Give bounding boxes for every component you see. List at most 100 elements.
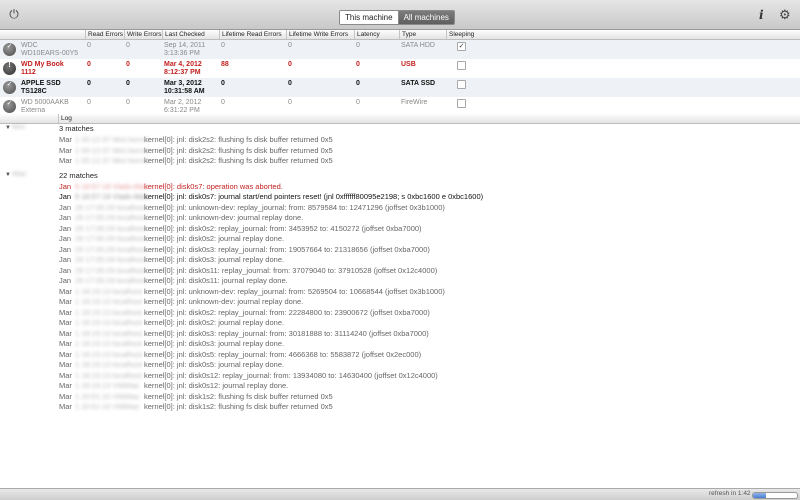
log-line-meta: 29 17:05:29 localhost: [75, 223, 147, 233]
log-line[interactable]: Mar 1 20:51:10 VMiMac kernel[0]: jnl: disk…: [59, 392, 333, 402]
column-lifetime-read-errors[interactable]: Lifetime Read Errors: [219, 30, 286, 39]
log-line-text: kernel[0]: jnl: disk2s2: flushing fs dis…: [144, 145, 333, 155]
log-header: Log: [0, 114, 800, 124]
log-line[interactable]: Jan 29 17:05:29 localhostkernel[0]: jnl: …: [59, 203, 445, 213]
disk-name: WDC WD10EARS-00Y5: [21, 42, 79, 57]
column-type[interactable]: Type: [399, 30, 446, 39]
disclosure-triangle-icon[interactable]: ▼: [5, 125, 11, 131]
lifetime-read-errors: 0: [221, 99, 225, 106]
column-last-checked[interactable]: Last Checked: [162, 30, 219, 39]
log-line[interactable]: Mar 1 18:15:13 VMiMac kernel[0]: jnl: disk…: [59, 381, 288, 391]
column-lifetime-write-errors[interactable]: Lifetime Write Errors: [286, 30, 354, 39]
log-line[interactable]: Jan 29 17:05:29 localhostkernel[0]: jnl: …: [59, 245, 430, 255]
log-line[interactable]: Jan 29 17:05:29 localhostkernel[0]: jnl: …: [59, 266, 437, 276]
log-line-meta: 1 00:12:37 Mini kernel: [75, 156, 149, 165]
log-line-meta: 1 18:15:13 localhost: [75, 339, 143, 348]
power-icon[interactable]: ⏻: [8, 8, 20, 20]
info-icon[interactable]: i: [759, 8, 764, 22]
column-read-errors[interactable]: Read Errors: [85, 30, 124, 39]
log-line-meta: 1 20:51:10 VMiMac: [75, 391, 140, 401]
lifetime-write-errors: 0: [288, 80, 292, 87]
lifetime-write-errors: 0: [288, 99, 292, 106]
log-line-text: kernel[0]: jnl: disk1s2: flushing fs dis…: [144, 391, 333, 401]
log-line-meta: 5 16:57:19 Vlads-iMac: [75, 181, 150, 191]
sleeping-checkbox[interactable]: [457, 80, 466, 89]
log-line[interactable]: Jan 29 17:05:29 localhostkernel[0]: jnl: …: [59, 255, 284, 265]
log-line-text: kernel[0]: jnl: disk0s3: replay_journal:…: [144, 244, 430, 254]
log-line-month: Mar: [59, 402, 72, 411]
log-line-month: Jan: [59, 223, 72, 233]
log-line[interactable]: Mar 1 18:15:13 localhost kernel[0]: jnl: u…: [59, 287, 445, 297]
read-errors: 0: [87, 61, 91, 68]
log-line-month: Jan: [59, 276, 72, 285]
log-line-month: Mar: [59, 349, 72, 359]
log-line[interactable]: Mar 1 18:15:13 localhost kernel[0]: jnl: d…: [59, 318, 284, 328]
log-line[interactable]: Mar 1 18:15:13 localhost kernel[0]: jnl: d…: [59, 371, 438, 381]
column-sleeping[interactable]: Sleeping: [446, 30, 800, 39]
disk-name: WD 5000AAKB Externa: [21, 99, 69, 114]
log-line-month: Jan: [59, 181, 72, 191]
log-line[interactable]: Jan 5 16:57:19 Vlads-iMackernel[0]: disk0…: [59, 182, 283, 192]
latency: 0: [356, 80, 360, 87]
column-write-errors[interactable]: Write Errors: [124, 30, 162, 39]
log-line-month: Mar: [59, 297, 72, 306]
log-line[interactable]: Mar 1 18:15:13 localhost kernel[0]: jnl: d…: [59, 329, 429, 339]
log-line[interactable]: Jan 5 16:57:19 Vlads-iMackernel[0]: jnl: …: [59, 192, 483, 202]
sleeping-checkbox[interactable]: [457, 61, 466, 70]
log-line-text: kernel[0]: disk0s7: operation was aborte…: [144, 181, 283, 191]
log-line[interactable]: Mar 1 18:15:13 localhost kernel[0]: jnl: u…: [59, 297, 303, 307]
column-log[interactable]: Log: [58, 114, 72, 123]
log-line-meta: 1 18:15:13 localhost: [75, 318, 143, 327]
latency: 0: [356, 99, 360, 106]
tab-all-machines[interactable]: All machines: [398, 11, 454, 24]
last-checked-time: 10:31:58 AM: [164, 88, 205, 95]
lifetime-write-errors: 0: [288, 61, 292, 68]
log-line-month: Mar: [59, 381, 72, 390]
log-line[interactable]: Mar 1 20:51:10 VMiMac kernel[0]: jnl: disk…: [59, 402, 333, 412]
log-line-month: Mar: [59, 370, 72, 380]
gear-icon[interactable]: ⚙: [779, 7, 791, 23]
last-checked-time: 8:12:37 PM: [164, 69, 201, 76]
log-line-text: kernel[0]: jnl: disk0s3: journal replay …: [144, 255, 285, 264]
status-error-icon: !: [3, 62, 16, 75]
log-line[interactable]: Mar 1 18:15:13 localhost kernel[0]: jnl: d…: [59, 350, 421, 360]
log-line-month: Mar: [59, 145, 72, 155]
column-latency[interactable]: Latency: [354, 30, 399, 39]
disk-table-header: Read Errors Write Errors Last Checked Li…: [0, 30, 800, 40]
status-bar: refresh in 1:42: [0, 488, 800, 500]
log-line-month: Mar: [59, 307, 72, 317]
tab-this-machine[interactable]: This machine: [340, 11, 399, 24]
status-ok-icon: ✓: [3, 81, 16, 94]
log-line[interactable]: Jan 29 17:05:29 localhostkernel[0]: jnl: …: [59, 234, 284, 244]
log-line-meta: 5 16:57:19 Vlads-iMac: [75, 192, 150, 201]
disk-row[interactable]: ✓ WDC WD10EARS-00Y5 0 0 Sep 14, 2011 3:13…: [0, 40, 800, 59]
log-line[interactable]: Jan 29 17:05:29 localhostkernel[0]: jnl: …: [59, 213, 303, 223]
log-line-month: Jan: [59, 202, 72, 212]
disk-row[interactable]: ✓ APPLE SSD TS128C 0 0 Mar 3, 2012 10:31:…: [0, 78, 800, 97]
log-line[interactable]: Mar 1 00:12:37 Mini kernelkernel[0]: jnl:…: [59, 135, 333, 145]
log-line-meta: 1 18:15:13 localhost: [75, 370, 143, 380]
log-line[interactable]: Jan 29 17:05:29 localhostkernel[0]: jnl: …: [59, 224, 422, 234]
log-line-meta: 1 18:15:13 localhost: [75, 360, 143, 369]
log-line[interactable]: Jan 29 17:05:29 localhostkernel[0]: jnl: …: [59, 276, 288, 286]
last-checked-date: Mar 2, 2012: [164, 99, 202, 106]
disclosure-triangle-icon[interactable]: ▼: [5, 172, 11, 178]
sleeping-checkbox[interactable]: [457, 99, 466, 108]
log-line-text: kernel[0]: jnl: unknown-dev: replay_jour…: [144, 202, 445, 212]
last-checked-date: Sep 14, 2011: [164, 42, 206, 49]
lifetime-read-errors: 88: [221, 61, 229, 68]
log-line-month: Jan: [59, 192, 72, 201]
log-line[interactable]: Mar 1 18:15:13 localhost kernel[0]: jnl: d…: [59, 360, 284, 370]
sleeping-checkbox[interactable]: ✓: [457, 42, 466, 51]
disk-name: WD My Book 1112: [21, 61, 64, 76]
disk-row[interactable]: ! WD My Book 1112 0 0 Mar 4, 2012 8:12:37…: [0, 59, 800, 78]
disk-type: FireWire: [401, 99, 428, 106]
log-line[interactable]: Mar 1 18:15:13 localhost kernel[0]: jnl: d…: [59, 339, 284, 349]
lifetime-read-errors: 0: [221, 42, 225, 49]
log-line-meta: 29 17:05:29 localhost: [75, 202, 147, 212]
log-line[interactable]: Mar 1 00:12:37 Mini kernelkernel[0]: jnl:…: [59, 156, 333, 166]
log-line-month: Mar: [59, 360, 72, 369]
write-errors: 0: [126, 61, 130, 68]
log-line[interactable]: Mar 1 00:12:37 Mini kernelkernel[0]: jnl:…: [59, 146, 333, 156]
log-line[interactable]: Mar 1 18:15:13 localhost kernel[0]: jnl: d…: [59, 308, 430, 318]
